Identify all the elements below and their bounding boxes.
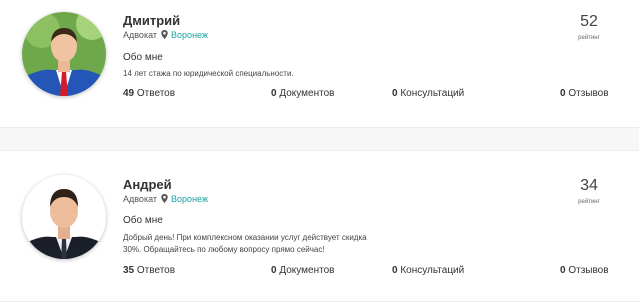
- reviews-stat[interactable]: 0 Отзывов: [560, 88, 609, 99]
- lawyer-role: Адвокат: [123, 30, 158, 40]
- lawyer-card[interactable]: Дмитрий Адвокат Воронеж Обо мне 14 лет с…: [0, 0, 639, 128]
- documents-count: 0: [271, 265, 277, 276]
- documents-count: 0: [271, 88, 277, 99]
- lawyer-card[interactable]: Андрей Адвокат Воронеж Обо мне Добрый де…: [0, 150, 639, 302]
- answers-stat[interactable]: 35 Ответов: [123, 265, 175, 276]
- city-link[interactable]: Воронеж: [171, 194, 208, 204]
- documents-label: Документов: [279, 265, 335, 276]
- lawyer-meta: Адвокат Воронеж: [123, 194, 208, 204]
- consultations-stat[interactable]: 0 Консультаций: [392, 88, 464, 99]
- about-title: Обо мне: [123, 215, 163, 226]
- rating-label: рейтинг: [578, 35, 600, 41]
- rating-label: рейтинг: [578, 199, 600, 205]
- answers-stat[interactable]: 49 Ответов: [123, 88, 175, 99]
- lawyer-meta: Адвокат Воронеж: [123, 30, 208, 40]
- answers-label: Ответов: [136, 265, 176, 276]
- consultations-label: Консультаций: [400, 265, 465, 276]
- reviews-count: 0: [560, 88, 566, 99]
- answers-count: 49: [123, 88, 135, 99]
- reviews-label: Отзывов: [568, 88, 609, 99]
- rating-value: 34: [580, 177, 598, 194]
- about-text: 14 лет стажа по юридической специальност…: [123, 69, 294, 78]
- answers-label: Ответов: [136, 88, 176, 99]
- lawyer-name[interactable]: Андрей: [123, 177, 172, 192]
- answers-count: 35: [123, 265, 135, 276]
- reviews-stat[interactable]: 0 Отзывов: [560, 265, 609, 276]
- reviews-label: Отзывов: [568, 265, 609, 276]
- rating-value: 52: [580, 13, 598, 30]
- map-pin-icon: [160, 194, 172, 204]
- consultations-label: Консультаций: [400, 88, 465, 99]
- lawyer-role: Адвокат: [123, 194, 158, 204]
- city-link[interactable]: Воронеж: [171, 30, 208, 40]
- documents-label: Документов: [279, 88, 335, 99]
- map-pin-icon: [160, 30, 172, 40]
- avatar[interactable]: [22, 12, 106, 96]
- about-text: Добрый день! При комплексном оказании ус…: [123, 233, 367, 254]
- documents-stat[interactable]: 0 Документов: [271, 265, 334, 276]
- rating-block: 34 рейтинг: [569, 177, 609, 205]
- consultations-count: 0: [392, 265, 398, 276]
- about-title: Обо мне: [123, 52, 163, 63]
- reviews-count: 0: [560, 265, 566, 276]
- avatar[interactable]: [22, 175, 106, 259]
- rating-block: 52 рейтинг: [569, 13, 609, 41]
- consultations-stat[interactable]: 0 Консультаций: [392, 265, 464, 276]
- consultations-count: 0: [392, 88, 398, 99]
- documents-stat[interactable]: 0 Документов: [271, 88, 334, 99]
- lawyer-name[interactable]: Дмитрий: [123, 13, 180, 28]
